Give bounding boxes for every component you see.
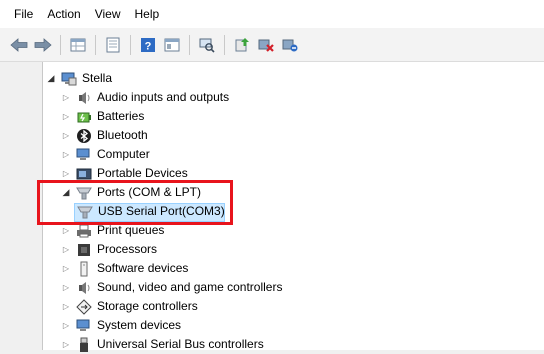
tree-item[interactable]: ▷ System devices (61, 316, 181, 335)
toolbar-separator (189, 34, 190, 55)
console-tree-icon (106, 37, 120, 52)
toolbar: ? (0, 28, 544, 62)
tree-item[interactable]: ▷ Bluetooth (61, 126, 148, 145)
tree-item-label: USB Serial Port(COM3) (98, 204, 225, 218)
port-icon (77, 204, 93, 220)
view-pane-button[interactable] (162, 35, 182, 55)
port-icon (76, 185, 92, 201)
toolbar-separator (60, 34, 61, 55)
expand-arrow-icon[interactable]: ▷ (61, 164, 71, 183)
update-driver-button[interactable] (232, 35, 252, 55)
tree-root-label: Stella (82, 71, 113, 85)
back-button[interactable] (9, 35, 29, 55)
computer-icon (76, 318, 92, 334)
expand-arrow-icon[interactable]: ▷ (61, 335, 71, 354)
tree-item[interactable]: ▷ Audio inputs and outputs (61, 88, 229, 107)
toolbar-separator (224, 34, 225, 55)
uninstall-device-button[interactable] (256, 35, 276, 55)
tree-item-label: Bluetooth (97, 128, 148, 142)
menu-help[interactable]: Help (128, 0, 167, 28)
tree-item[interactable]: ▷ Print queues (61, 221, 164, 240)
speaker-icon (76, 90, 92, 106)
collapse-arrow-icon[interactable]: ◢ (46, 69, 56, 88)
tree-item-label: Storage controllers (97, 299, 198, 313)
help-icon: ? (141, 37, 155, 52)
tree-item-label: Processors (97, 242, 158, 256)
tree-root-stella[interactable]: ◢ Stella (46, 69, 112, 88)
toolbar-separator (95, 34, 96, 55)
expand-arrow-icon[interactable]: ▷ (61, 221, 71, 240)
expand-arrow-icon[interactable]: ▷ (61, 126, 71, 145)
properties-grid-button[interactable] (68, 35, 88, 55)
expand-arrow-icon[interactable]: ▷ (61, 278, 71, 297)
tree-item[interactable]: ▷ Computer (61, 145, 150, 164)
forward-icon (34, 37, 52, 52)
update-driver-icon (235, 37, 249, 51)
computer-icon (76, 147, 92, 163)
menu-view[interactable]: View (88, 0, 128, 28)
toolbar-separator (130, 34, 131, 55)
tree-item-usb-serial-port[interactable]: USB Serial Port(COM3) (77, 202, 225, 221)
properties-grid-icon (70, 38, 86, 51)
tree-item[interactable]: ▷ Universal Serial Bus controllers (61, 335, 264, 354)
tree-item-label: Portable Devices (97, 166, 188, 180)
portable-device-icon (76, 166, 92, 182)
tree-item-label: Sound, video and game controllers (97, 280, 283, 294)
expand-arrow-icon[interactable]: ▷ (61, 259, 71, 278)
tree-item-label: System devices (97, 318, 182, 332)
expand-arrow-icon[interactable]: ▷ (61, 240, 71, 259)
tree-item-label: Universal Serial Bus controllers (97, 337, 264, 351)
tree-item-label: Computer (97, 147, 150, 161)
menu-bar: File Action View Help (0, 0, 544, 28)
disable-device-button[interactable] (280, 35, 300, 55)
forward-button[interactable] (33, 35, 53, 55)
tree-item-label: Audio inputs and outputs (97, 90, 230, 104)
back-icon (10, 37, 28, 52)
printer-icon (76, 223, 92, 239)
menu-action[interactable]: Action (40, 0, 87, 28)
tree-item[interactable]: ▷ Software devices (61, 259, 188, 278)
tree-item-label: Ports (COM & LPT) (97, 185, 202, 199)
tree-item[interactable]: ▷ Portable Devices (61, 164, 188, 183)
bluetooth-icon (76, 128, 92, 144)
storage-icon (76, 298, 92, 315)
scan-hardware-icon (199, 38, 215, 53)
tree-item[interactable]: ▷ Batteries (61, 107, 144, 126)
disable-device-icon (282, 39, 298, 51)
tree-item-label: Print queues (97, 223, 165, 237)
tree-item-label: Software devices (97, 261, 189, 275)
expand-arrow-icon[interactable]: ▷ (61, 88, 71, 107)
expand-arrow-icon[interactable]: ▷ (61, 145, 71, 164)
menu-file[interactable]: File (7, 0, 40, 28)
help-button[interactable]: ? (138, 35, 158, 55)
collapse-arrow-icon[interactable]: ◢ (61, 183, 71, 202)
tree-item-label: Batteries (97, 109, 145, 123)
expand-arrow-icon[interactable]: ▷ (61, 297, 71, 316)
tree-item[interactable]: ▷ Sound, video and game controllers (61, 278, 283, 297)
computer-icon (61, 71, 77, 87)
tree-item[interactable]: ▷ Processors (61, 240, 157, 259)
expand-arrow-icon[interactable]: ▷ (61, 316, 71, 335)
tree-item[interactable]: ◢ Ports (COM & LPT) (61, 183, 201, 202)
software-device-icon (76, 261, 92, 277)
usb-icon (76, 337, 92, 353)
tree-item[interactable]: ▷ Storage controllers (61, 297, 198, 316)
uninstall-device-icon (258, 39, 274, 52)
processor-icon (76, 242, 92, 258)
expand-arrow-icon[interactable]: ▷ (61, 107, 71, 126)
battery-icon (76, 109, 92, 125)
console-tree-button[interactable] (103, 35, 123, 55)
speaker-icon (76, 280, 92, 296)
scan-hardware-button[interactable] (197, 35, 217, 55)
view-pane-icon (164, 38, 180, 51)
svg-text:?: ? (145, 40, 152, 52)
